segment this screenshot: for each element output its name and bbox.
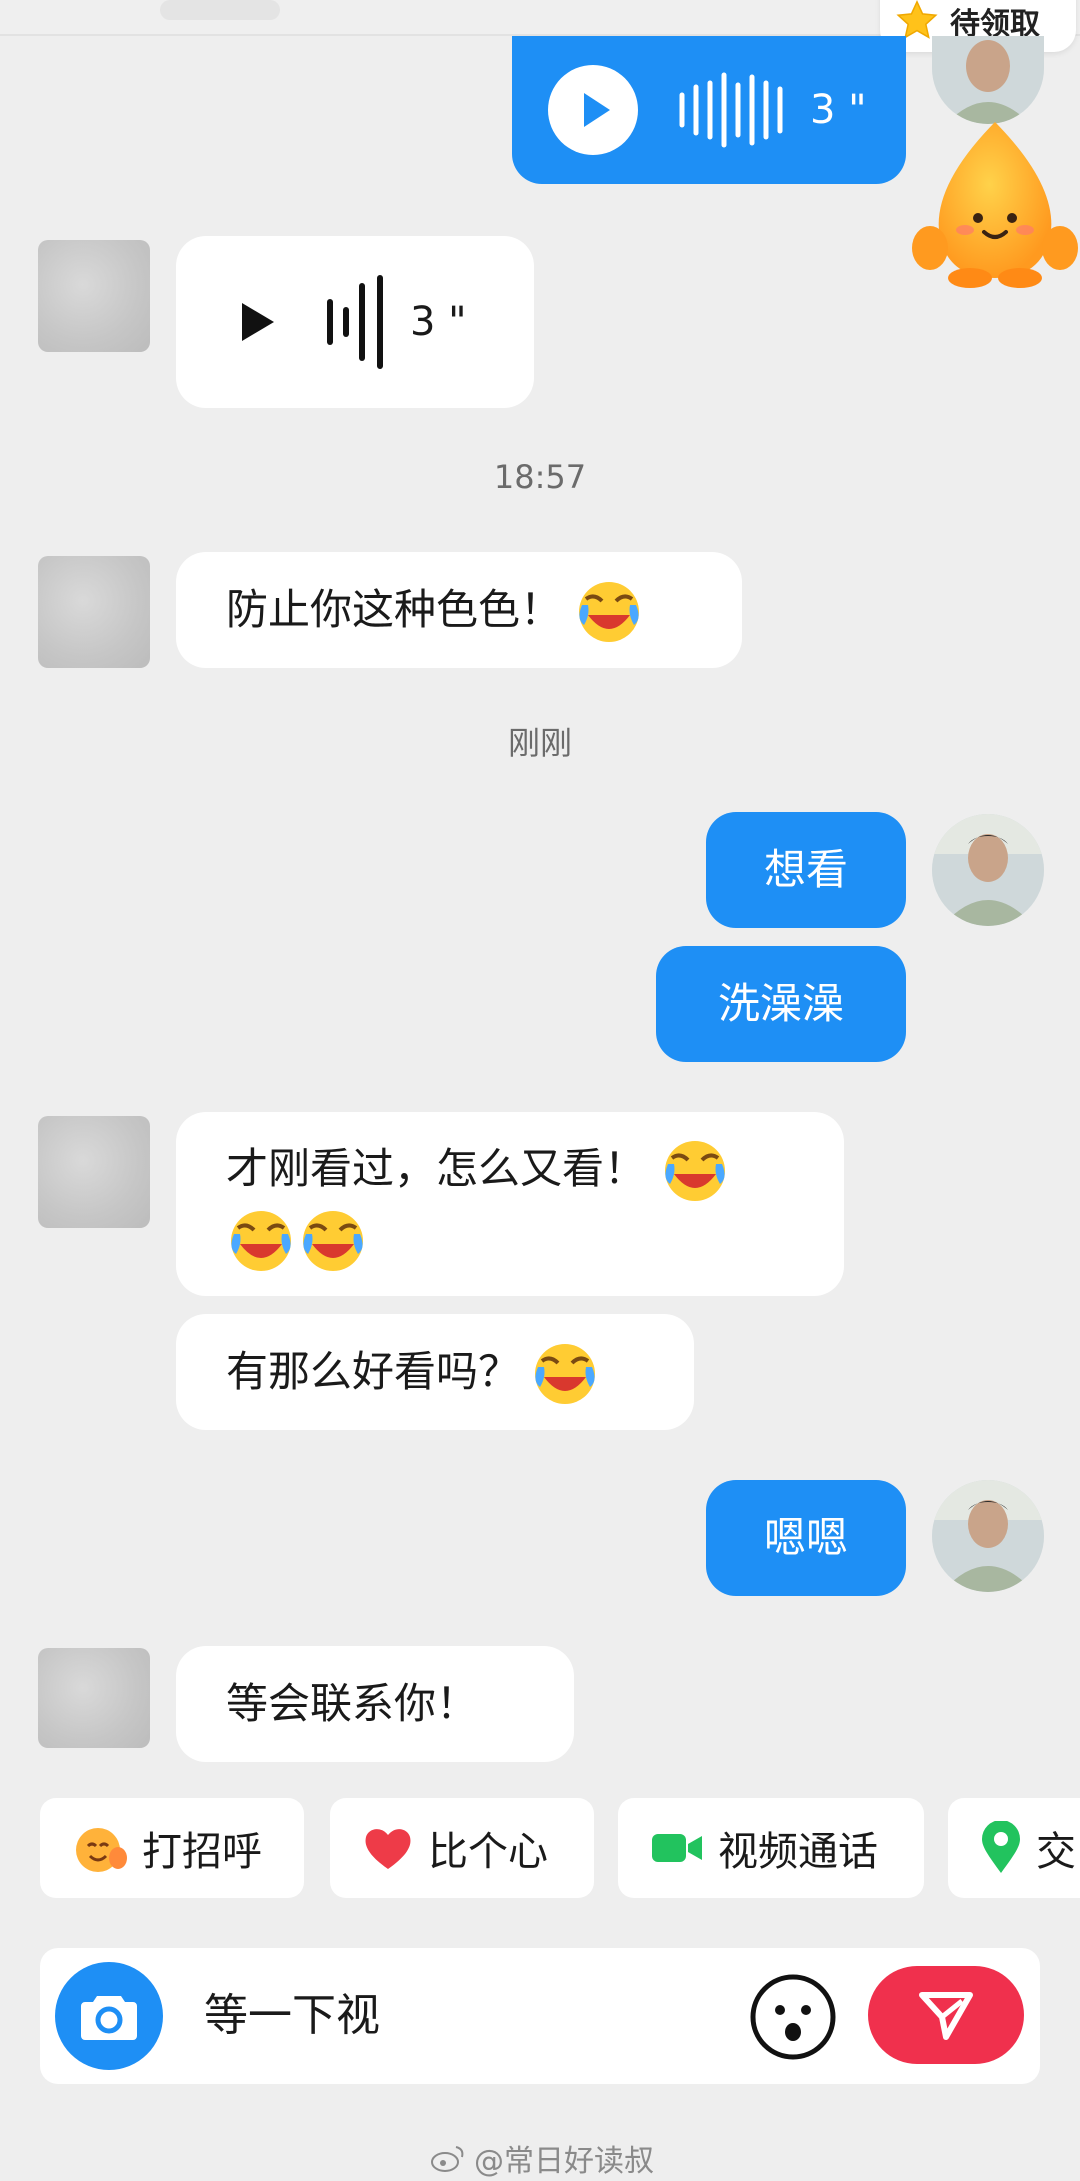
message-text: 有那么好看吗？ [226,1347,521,1396]
voice-duration: 3 " [410,299,467,345]
weibo-logo-icon [431,2146,464,2172]
message-text: 才刚看过，怎么又看！ [226,1144,647,1193]
self-avatar[interactable] [932,1480,1044,1592]
voice-message-outgoing[interactable]: 3 " [512,36,906,184]
quick-action-label: 交 [1036,1829,1076,1875]
message-incoming[interactable]: 有那么好看吗？ [176,1314,694,1430]
camera-icon [81,1996,137,2040]
play-icon[interactable] [548,65,638,155]
message-input[interactable]: 等一下视 [204,1978,380,2054]
voice-message-incoming[interactable]: 3 " [176,236,534,408]
laugh-cry-emoji-icon [303,1211,363,1271]
laugh-cry-emoji-icon [231,1211,291,1271]
waveform-icon [327,275,383,369]
video-camera-icon [652,1834,702,1862]
self-avatar-photo [932,36,1044,124]
message-outgoing[interactable]: 想看 [706,812,906,928]
blurred-header-text [160,0,280,20]
play-icon[interactable] [238,297,278,347]
mascot-sticker[interactable] [910,118,1080,288]
camera-button[interactable] [55,1962,163,2070]
self-avatar-photo [932,1480,1044,1592]
message-text: 防止你这种色色！ [226,585,563,634]
message-incoming[interactable]: 才刚看过，怎么又看！ [176,1112,844,1296]
message-text: 嗯嗯 [763,1513,848,1562]
self-avatar-photo [932,814,1044,926]
message-incoming[interactable]: 等会联系你！ [176,1646,574,1762]
timestamp: 刚刚 [507,724,572,762]
location-pin-icon [982,1821,1020,1873]
laugh-cry-emoji-icon [579,582,640,642]
quick-action-label: 打招呼 [142,1829,262,1875]
timestamp: 18:57 [493,458,587,496]
wave-face-icon [76,1828,127,1872]
contact-avatar[interactable] [38,1648,150,1748]
message-text: 想看 [763,845,848,894]
self-avatar[interactable] [932,36,1044,124]
message-outgoing[interactable]: 洗澡澡 [656,946,906,1062]
watermark: @常日好读叔 [430,2136,654,2180]
voice-duration: 3 " [810,87,867,133]
send-arrow-icon [919,1992,973,2040]
quick-action-greet[interactable]: 打招呼 [40,1798,304,1898]
self-avatar[interactable] [932,814,1044,926]
quick-action-label: 比个心 [428,1829,548,1875]
contact-avatar[interactable] [38,240,150,352]
quick-action-location[interactable]: 交 [948,1798,1080,1898]
laugh-cry-emoji-icon [665,1141,726,1201]
contact-avatar[interactable] [38,556,150,668]
emoji-picker-icon[interactable] [748,1972,838,2062]
contact-avatar[interactable] [38,1116,150,1228]
send-button[interactable] [868,1966,1024,2064]
laugh-cry-emoji-icon [535,1344,596,1404]
heart-icon [365,1829,411,1869]
watermark-text: @常日好读叔 [474,2144,654,2179]
quick-action-label: 视频通话 [718,1829,878,1875]
quick-action-video-call[interactable]: 视频通话 [618,1798,924,1898]
message-text: 等会联系你！ [226,1679,479,1728]
quick-action-heart[interactable]: 比个心 [330,1798,594,1898]
message-outgoing[interactable]: 嗯嗯 [706,1480,906,1596]
message-incoming[interactable]: 防止你这种色色！ [176,552,742,668]
waveform-icon [679,72,783,148]
message-text: 洗澡澡 [717,979,844,1028]
